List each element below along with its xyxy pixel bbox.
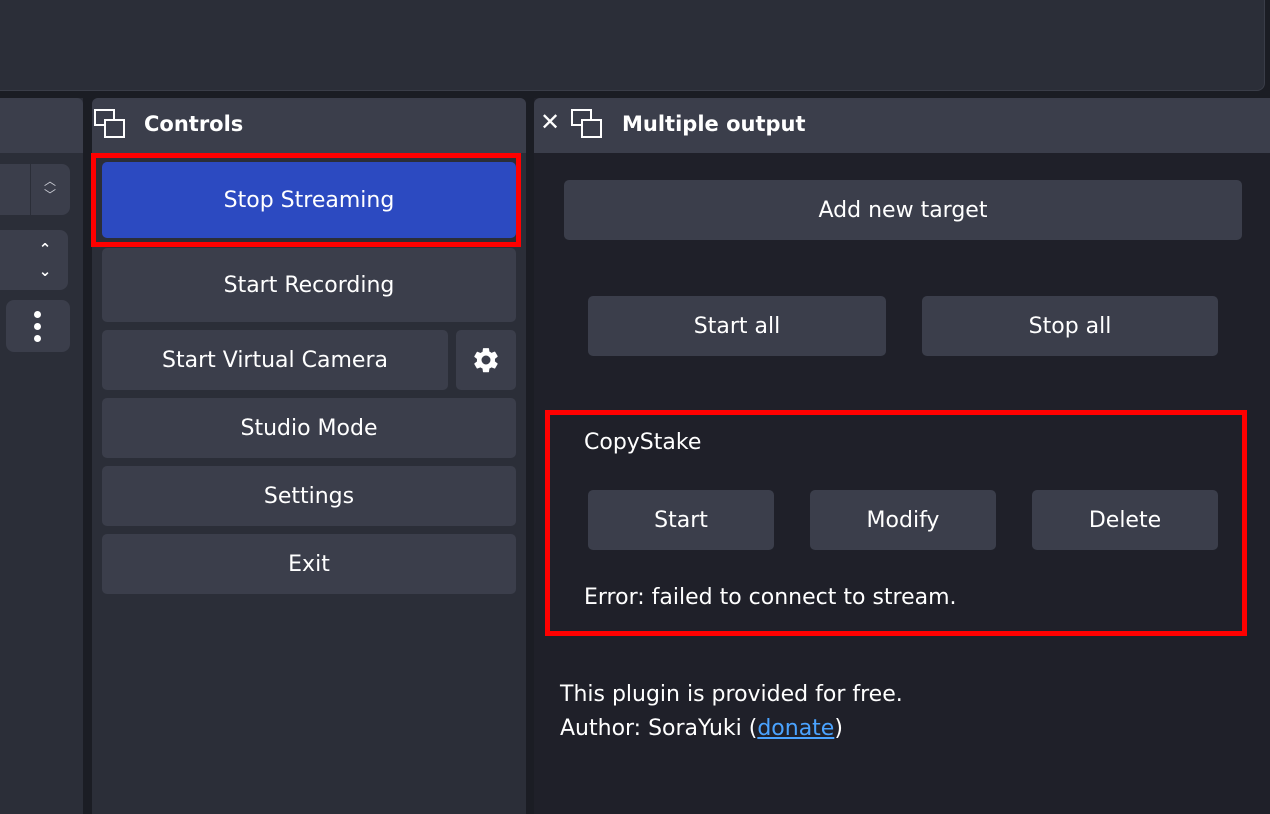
add-new-target-button[interactable]: Add new target bbox=[564, 180, 1242, 240]
target-start-button[interactable]: Start bbox=[588, 490, 774, 550]
start-all-button[interactable]: Start all bbox=[588, 296, 886, 356]
float-window-icon[interactable] bbox=[94, 109, 126, 139]
close-icon[interactable]: ✕ bbox=[540, 108, 560, 136]
start-virtual-camera-button[interactable]: Start Virtual Camera bbox=[102, 330, 448, 390]
donate-link[interactable]: donate bbox=[757, 716, 834, 741]
left-dock-partial: ︿ ﹀ ⌃ ⌄ bbox=[0, 98, 83, 814]
target-name: CopyStake bbox=[584, 430, 702, 455]
controls-dock-header: Controls bbox=[92, 98, 526, 153]
up-down-arrow-icon[interactable]: ⌃ ⌄ bbox=[34, 238, 56, 282]
multiple-output-dock: ✕ Multiple output Add new target Start a… bbox=[534, 98, 1270, 814]
settings-button[interactable]: Settings bbox=[102, 466, 516, 526]
virtual-camera-settings-button[interactable] bbox=[456, 330, 516, 390]
left-dock-header bbox=[0, 98, 83, 153]
target-status-message: Error: failed to connect to stream. bbox=[584, 585, 957, 610]
exit-button[interactable]: Exit bbox=[102, 534, 516, 594]
float-window-icon[interactable] bbox=[571, 109, 603, 139]
author-line: Author: SoraYuki (donate) bbox=[560, 716, 843, 741]
highlight-box-stop-streaming bbox=[91, 153, 521, 247]
author-suffix: ) bbox=[834, 716, 843, 741]
studio-mode-button[interactable]: Studio Mode bbox=[102, 398, 516, 458]
spin-divider bbox=[30, 164, 31, 215]
gear-icon bbox=[474, 348, 498, 373]
spin-box-2[interactable]: ⌃ ⌄ bbox=[0, 230, 68, 290]
controls-title: Controls bbox=[144, 112, 244, 136]
kebab-menu-icon[interactable] bbox=[6, 300, 70, 352]
up-down-chevron-icon[interactable]: ︿ ﹀ bbox=[40, 174, 60, 202]
top-toolbar-area bbox=[0, 0, 1265, 91]
start-recording-button[interactable]: Start Recording bbox=[102, 248, 516, 322]
target-modify-button[interactable]: Modify bbox=[810, 490, 996, 550]
multiple-output-title: Multiple output bbox=[622, 112, 806, 136]
multiple-output-dock-header: ✕ Multiple output bbox=[534, 98, 1270, 153]
target-delete-button[interactable]: Delete bbox=[1032, 490, 1218, 550]
spin-box-1[interactable]: ︿ ﹀ bbox=[0, 164, 70, 215]
stop-all-button[interactable]: Stop all bbox=[922, 296, 1218, 356]
controls-dock: Controls Stop Streaming Start Recording … bbox=[91, 98, 526, 814]
plugin-free-notice: This plugin is provided for free. bbox=[560, 682, 903, 707]
author-prefix: Author: SoraYuki ( bbox=[560, 716, 758, 741]
